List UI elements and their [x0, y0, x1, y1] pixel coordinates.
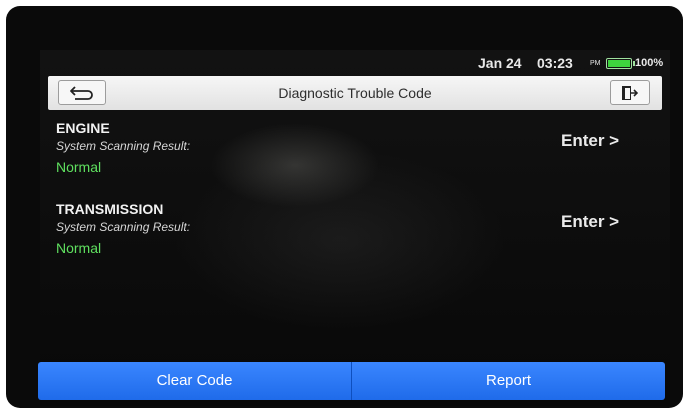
- device-frame: Jan 24 03:23 PM 100% Diagnostic Trouble …: [6, 6, 683, 408]
- clear-code-button[interactable]: Clear Code: [38, 362, 352, 400]
- exit-button[interactable]: [610, 80, 650, 105]
- system-status: Normal: [56, 240, 102, 256]
- system-name: TRANSMISSION: [56, 201, 164, 217]
- battery-icon: [606, 58, 635, 69]
- status-date: Jan 24: [478, 55, 522, 71]
- enter-button-engine[interactable]: Enter >: [561, 131, 619, 151]
- status-bar: Jan 24 03:23 PM 100%: [40, 50, 670, 74]
- system-status: Normal: [56, 159, 102, 175]
- system-name: ENGINE: [56, 120, 110, 136]
- system-caption: System Scanning Result:: [56, 139, 191, 153]
- status-time: 03:23: [537, 55, 573, 71]
- system-row-engine: ENGINE System Scanning Result: Normal En…: [56, 120, 656, 182]
- page-title: Diagnostic Trouble Code: [278, 85, 432, 101]
- bottom-action-bar: Clear Code Report: [38, 362, 665, 400]
- title-bar: Diagnostic Trouble Code: [48, 76, 662, 110]
- battery-percent: 100%: [635, 57, 664, 69]
- system-caption: System Scanning Result:: [56, 220, 191, 234]
- screen: Jan 24 03:23 PM 100% Diagnostic Trouble …: [40, 50, 670, 406]
- system-row-transmission: TRANSMISSION System Scanning Result: Nor…: [56, 201, 656, 263]
- report-button[interactable]: Report: [352, 362, 665, 400]
- enter-button-transmission[interactable]: Enter >: [561, 212, 619, 232]
- exit-door-icon: [622, 85, 639, 100]
- status-ampm: PM: [590, 60, 601, 67]
